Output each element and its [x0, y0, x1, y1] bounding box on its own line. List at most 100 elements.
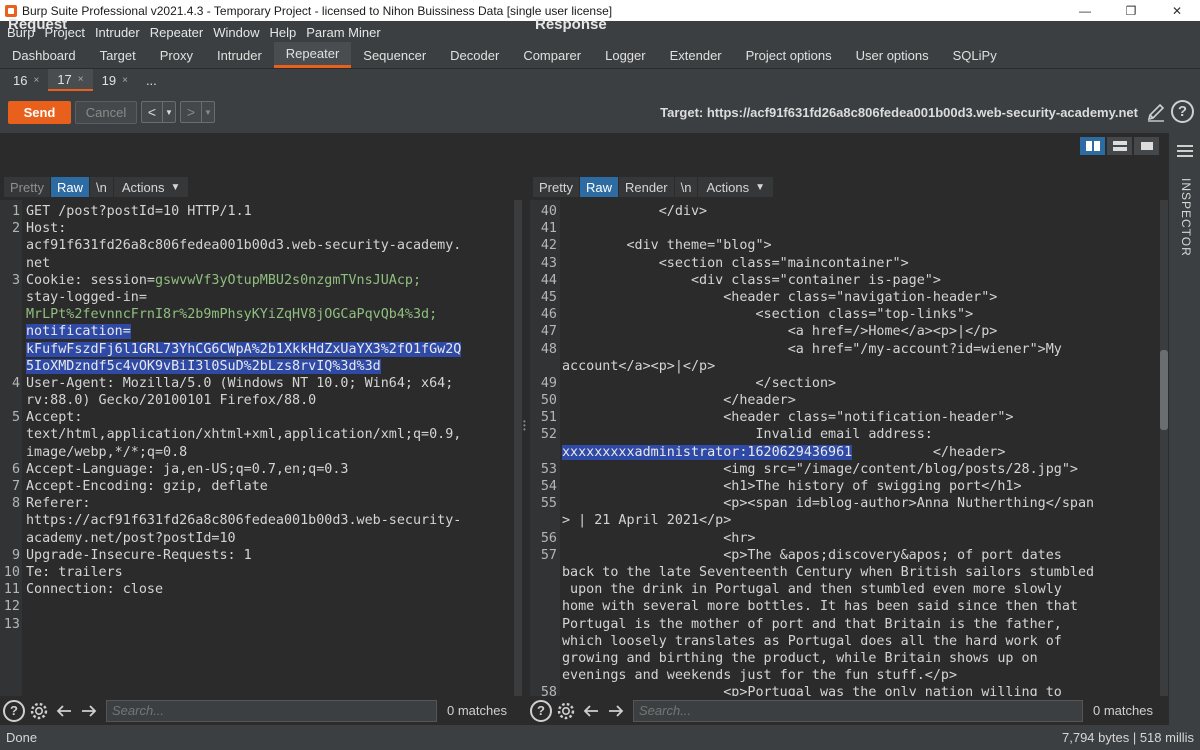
maximize-button[interactable]: ❐: [1108, 0, 1154, 21]
request-search-input[interactable]: [106, 699, 437, 722]
code-line[interactable]: <div class="container is-page">: [562, 272, 1094, 289]
request-scrollbar[interactable]: [514, 200, 522, 696]
code-line[interactable]: home with several more bottles. It has b…: [562, 598, 1094, 615]
code-line[interactable]: Connection: close: [26, 581, 461, 598]
code-line[interactable]: Host:: [26, 220, 461, 237]
code-line[interactable]: text/html,application/xhtml+xml,applicat…: [26, 426, 461, 443]
code-line[interactable]: Accept-Encoding: gzip, deflate: [26, 478, 461, 495]
response-actions-menu[interactable]: Actions ▼: [698, 177, 774, 197]
request-code[interactable]: GET /post?postId=10 HTTP/1.1 Host: acf91f6…: [26, 203, 462, 598]
code-line[interactable]: xxxxxxxxxadministrator:1620629436961 </h…: [562, 444, 1094, 461]
request-actions-menu[interactable]: Actions ▼: [113, 177, 189, 197]
request-editor[interactable]: 1 2 3 4 5 6 7 8 9 10 11 12 13 GET /post?postId=10 HT…: [0, 200, 522, 696]
code-line[interactable]: upon the drink in Portugal and then stum…: [562, 581, 1094, 598]
code-line[interactable]: Upgrade-Insecure-Requests: 1: [26, 547, 461, 564]
code-line[interactable]: academy.net/post?postId=10: [26, 530, 461, 547]
code-line[interactable]: <div theme="blog">: [562, 237, 1094, 254]
inspector-label[interactable]: INSPECTOR: [1179, 178, 1193, 257]
code-line[interactable]: [562, 220, 1094, 237]
chevron-right-icon[interactable]: >: [181, 102, 201, 122]
code-line[interactable]: image/webp,*/*;q=0.8: [26, 444, 461, 461]
cancel-button[interactable]: Cancel: [75, 100, 137, 124]
help-icon[interactable]: ?: [3, 699, 25, 722]
code-line[interactable]: </div>: [562, 203, 1094, 220]
request-tab-19[interactable]: 19 ×: [93, 69, 137, 91]
code-line[interactable]: acf91f631fd26a8c806fedea001b00d3.web-sec…: [26, 237, 461, 254]
request-tab-16[interactable]: 16 ×: [4, 69, 48, 91]
code-line[interactable]: <a href=/>Home</a><p>|</p>: [562, 323, 1094, 340]
request-view-newline[interactable]: \n: [89, 177, 113, 197]
send-button[interactable]: Send: [8, 100, 71, 124]
inspector-panel[interactable]: INSPECTOR: [1168, 133, 1200, 725]
minimize-button[interactable]: —: [1062, 0, 1108, 21]
code-line[interactable]: <section class="top-links">: [562, 306, 1094, 323]
response-scrollbar[interactable]: [1160, 200, 1168, 696]
response-view-newline[interactable]: \n: [674, 177, 698, 197]
request-view-raw[interactable]: Raw: [50, 177, 89, 197]
code-line[interactable]: Accept-Language: ja,en-US;q=0.7,en;q=0.3: [26, 461, 461, 478]
menu-intruder[interactable]: Intruder: [90, 25, 145, 40]
code-line[interactable]: <img src="/image/content/blog/posts/28.j…: [562, 461, 1094, 478]
code-line[interactable]: growing and birthing the product, while …: [562, 650, 1094, 667]
menu-repeater[interactable]: Repeater: [145, 25, 208, 40]
arrow-left-icon[interactable]: [580, 700, 602, 722]
code-line[interactable]: Accept:: [26, 409, 461, 426]
code-line[interactable]: net: [26, 255, 461, 272]
code-line[interactable]: <p>Portugal was the only nation willing …: [562, 684, 1094, 696]
gear-icon[interactable]: [28, 700, 50, 722]
code-line[interactable]: 5IoXMDzndf5c4vOK9vBiI3l0SuD%2bLzs8rvIQ%3…: [26, 358, 461, 375]
tab-target[interactable]: Target: [88, 42, 148, 68]
arrow-right-icon[interactable]: [78, 700, 100, 722]
code-line[interactable]: MrLPt%2fevnncFrnI8r%2b9mPhsyKYiZqHV8jOGC…: [26, 306, 461, 323]
history-forward-button[interactable]: > ▼: [180, 101, 215, 123]
edit-target-pencil-icon[interactable]: [1145, 101, 1167, 123]
layout-tabs-icon[interactable]: [1134, 137, 1159, 155]
code-line[interactable]: <header class="notification-header">: [562, 409, 1094, 426]
code-line[interactable]: <a href="/my-account?id=wiener">My: [562, 341, 1094, 358]
help-icon[interactable]: ?: [1171, 100, 1194, 123]
code-line[interactable]: GET /post?postId=10 HTTP/1.1: [26, 203, 461, 220]
close-tab-icon[interactable]: ×: [33, 75, 39, 86]
tab-user-options[interactable]: User options: [844, 42, 941, 68]
code-line[interactable]: <p><span id=blog-author>Anna Nutherthing…: [562, 495, 1094, 512]
code-line[interactable]: stay-logged-in=: [26, 289, 461, 306]
tab-sequencer[interactable]: Sequencer: [351, 42, 438, 68]
code-line[interactable]: <hr>: [562, 530, 1094, 547]
code-line[interactable]: kFufwFszdFj6l1GRL73YhCG6CWpA%2b1XkkHdZxU…: [26, 341, 462, 358]
code-line[interactable]: <section class="maincontainer">: [562, 255, 1094, 272]
tab-logger[interactable]: Logger: [593, 42, 657, 68]
gear-icon[interactable]: [555, 700, 577, 722]
tab-comparer[interactable]: Comparer: [511, 42, 593, 68]
code-line[interactable]: notification=: [26, 323, 461, 340]
code-line[interactable]: </section>: [562, 375, 1094, 392]
code-line[interactable]: which loosely translates as Portugal doe…: [562, 633, 1094, 650]
code-line[interactable]: rv:88.0) Gecko/20100101 Firefox/88.0: [26, 392, 461, 409]
close-window-button[interactable]: ✕: [1154, 0, 1200, 21]
code-line[interactable]: evenings and weekends just for the fun s…: [562, 667, 1094, 684]
history-back-button[interactable]: < ▼: [141, 101, 176, 123]
response-search-input[interactable]: [633, 699, 1083, 722]
help-icon[interactable]: ?: [530, 699, 552, 722]
dropdown-arrow-icon[interactable]: ▼: [201, 102, 214, 122]
chevron-left-icon[interactable]: <: [142, 102, 162, 122]
tab-extender[interactable]: Extender: [658, 42, 734, 68]
code-line[interactable]: > | 21 April 2021</p>: [562, 512, 1094, 529]
code-line[interactable]: Cookie: session=gswvwVf3yOtupMBU2s0nzgmT…: [26, 272, 461, 289]
tab-dashboard[interactable]: Dashboard: [0, 42, 88, 68]
code-line[interactable]: Invalid email address:: [562, 426, 1094, 443]
code-line[interactable]: Portugal is the mother of port and that …: [562, 616, 1094, 633]
tab-project-options[interactable]: Project options: [734, 42, 844, 68]
divider-grip-icon[interactable]: • • •: [523, 418, 527, 434]
code-line[interactable]: <header class="navigation-header">: [562, 289, 1094, 306]
code-line[interactable]: account</a><p>|</p>: [562, 358, 1094, 375]
layout-side-by-side-icon[interactable]: [1080, 137, 1105, 155]
response-view-pretty[interactable]: Pretty: [533, 177, 579, 197]
code-line[interactable]: <p>The &apos;discovery&apos; of port dat…: [562, 547, 1094, 564]
code-line[interactable]: back to the late Seventeenth Century whe…: [562, 564, 1094, 581]
layout-top-bottom-icon[interactable]: [1107, 137, 1132, 155]
tab-proxy[interactable]: Proxy: [148, 42, 205, 68]
menu-help[interactable]: Help: [264, 25, 301, 40]
response-scrollbar-thumb[interactable]: [1160, 350, 1168, 430]
tab-decoder[interactable]: Decoder: [438, 42, 511, 68]
response-view-render[interactable]: Render: [618, 177, 674, 197]
